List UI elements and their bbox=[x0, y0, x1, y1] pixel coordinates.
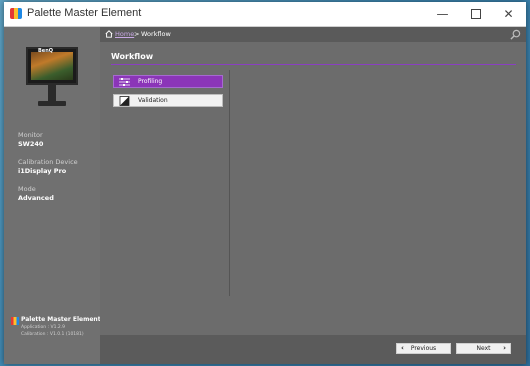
workflow-item-validation[interactable]: Validation bbox=[113, 94, 223, 107]
chevron-right-icon: › bbox=[503, 344, 506, 352]
app-logo-icon bbox=[10, 8, 22, 19]
navigation-bar: ‹ Previous Next › bbox=[100, 335, 526, 364]
mode-label: Mode bbox=[18, 185, 36, 193]
search-icon[interactable] bbox=[510, 29, 521, 40]
workflow-item-label: Validation bbox=[138, 97, 168, 104]
device-label: Calibration Device bbox=[18, 158, 78, 166]
previous-button[interactable]: ‹ Previous bbox=[396, 343, 451, 354]
monitor-screen: BenQ bbox=[26, 47, 78, 85]
maximize-button[interactable] bbox=[459, 2, 492, 26]
next-button[interactable]: Next › bbox=[456, 343, 511, 354]
footer-app-name: Palette Master Element bbox=[21, 316, 101, 323]
previous-label: Previous bbox=[410, 345, 437, 352]
footer-logo-icon bbox=[11, 317, 19, 325]
monitor-image: BenQ bbox=[26, 47, 78, 109]
column-divider bbox=[229, 70, 230, 296]
title-bar: Palette Master Element — ✕ bbox=[4, 2, 526, 27]
sliders-icon bbox=[119, 78, 130, 86]
maximize-icon bbox=[470, 9, 481, 19]
next-label: Next bbox=[476, 345, 491, 352]
breadcrumb: Home > Workflow bbox=[100, 27, 526, 42]
window-title: Palette Master Element bbox=[27, 7, 142, 19]
close-button[interactable]: ✕ bbox=[492, 2, 525, 26]
app-window: Palette Master Element — ✕ BenQ Monitor … bbox=[4, 2, 526, 364]
monitor-value: SW240 bbox=[18, 140, 44, 148]
calibration-version: Calibration : V1.0.1 (10181) bbox=[21, 332, 84, 337]
device-value: i1Display Pro bbox=[18, 167, 67, 175]
home-icon bbox=[105, 30, 113, 38]
page-title: Workflow bbox=[111, 52, 154, 61]
monitor-label: Monitor bbox=[18, 131, 43, 139]
breadcrumb-home-link[interactable]: Home bbox=[115, 30, 134, 38]
main-content: Workflow Profiling Validation bbox=[100, 42, 526, 335]
title-underline bbox=[111, 64, 516, 65]
minimize-button[interactable]: — bbox=[426, 2, 459, 26]
contrast-square-icon bbox=[119, 96, 130, 106]
breadcrumb-separator: > bbox=[134, 30, 140, 38]
monitor-wallpaper bbox=[31, 52, 73, 80]
workflow-item-profiling[interactable]: Profiling bbox=[113, 75, 223, 88]
sidebar: BenQ Monitor SW240 Calibration Device i1… bbox=[4, 27, 100, 364]
app-version: Application : V1.2.9 bbox=[21, 325, 66, 330]
breadcrumb-current: Workflow bbox=[141, 30, 171, 38]
close-icon: ✕ bbox=[503, 7, 514, 21]
minimize-icon: — bbox=[436, 7, 449, 21]
workflow-item-label: Profiling bbox=[138, 78, 163, 85]
mode-value: Advanced bbox=[18, 194, 54, 202]
monitor-base bbox=[38, 101, 66, 106]
monitor-brand: BenQ bbox=[38, 48, 54, 54]
monitor-stand bbox=[48, 85, 56, 101]
